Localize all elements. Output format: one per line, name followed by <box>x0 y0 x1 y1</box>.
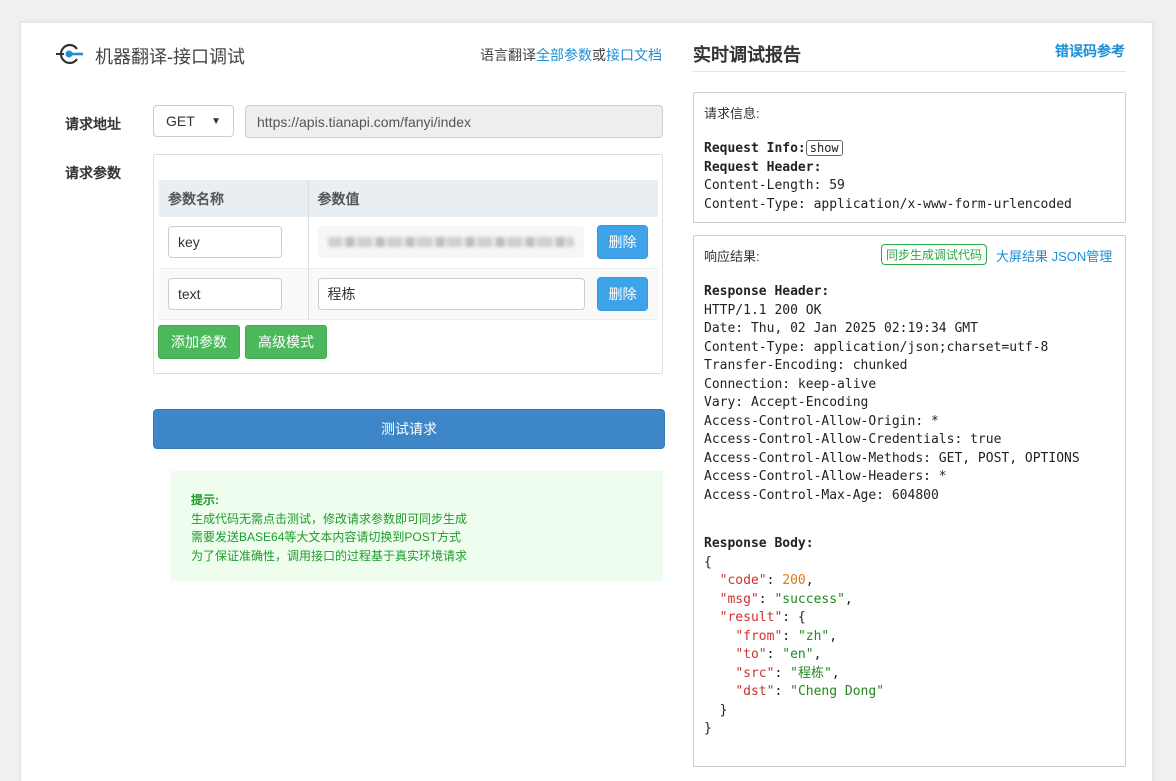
tips-title: 提示: <box>191 493 219 507</box>
response-header-line: Content-Type: application/json;charset=u… <box>704 339 1049 355</box>
table-row: key 删除 <box>159 217 658 269</box>
response-header-line: Access-Control-Allow-Origin: * <box>704 413 939 429</box>
response-header-line: HTTP/1.1 200 OK <box>704 302 822 318</box>
params-label: 请求参数 <box>65 165 121 181</box>
test-request-button[interactable]: 测试请求 <box>153 409 665 449</box>
tips-line: 生成代码无需点击测试，修改请求参数即可同步生成 <box>191 511 468 526</box>
json-from: zh <box>805 628 822 644</box>
col-param-value: 参数值 <box>307 180 658 217</box>
page-title: 机器翻译-接口调试 <box>95 47 245 67</box>
response-header-line: Transfer-Encoding: chunked <box>704 358 908 373</box>
response-header-line: Access-Control-Max-Age: 604800 <box>704 487 939 503</box>
param-name-input[interactable]: text <box>168 277 282 310</box>
tips-line: 需要发送BASE64等大文本内容请切换到POST方式 <box>191 530 462 544</box>
address-label: 请求地址 <box>65 116 121 132</box>
request-info-line: Request Info: show <box>704 140 1115 159</box>
chevron-down-icon: ▼ <box>211 115 221 127</box>
links-or: 或 <box>592 47 606 63</box>
url-input[interactable]: https://apis.tianapi.com/fanyi/index <box>245 105 663 138</box>
json-code: 200 <box>782 573 806 588</box>
big-screen-json-link[interactable]: 大屏结果 JSON管理 <box>996 246 1112 265</box>
api-doc-link[interactable]: 接口文档 <box>606 47 662 63</box>
col-param-name: 参数名称 <box>159 180 308 217</box>
param-value-input-redacted[interactable] <box>317 226 584 259</box>
add-param-button[interactable]: 添加参数 <box>158 325 240 359</box>
method-select[interactable]: GET ▼ <box>153 105 234 137</box>
key-circle-icon <box>56 43 83 65</box>
response-header-line: Connection: keep-alive <box>704 376 877 392</box>
response-header-line: Access-Control-Allow-Headers: * <box>704 469 947 484</box>
delete-param-button[interactable]: 删除 <box>597 276 648 311</box>
request-header-key: Request Header: <box>704 159 822 175</box>
redacted-value <box>327 237 574 248</box>
all-params-link[interactable]: 全部参数 <box>536 47 592 63</box>
request-header-line: Content-Length: 59 <box>704 178 845 193</box>
doc-links: 语言翻译全部参数或接口文档 <box>480 45 662 65</box>
request-header-line: Content-Type: application/x-www-form-url… <box>704 196 1072 212</box>
json-dst: Cheng Dong <box>797 684 877 699</box>
links-prefix: 语言翻译 <box>480 47 536 63</box>
table-row: text 程栋 删除 <box>159 268 658 320</box>
response-header-line: Access-Control-Allow-Methods: GET, POST,… <box>704 450 1080 466</box>
response-header-line: Vary: Accept-Encoding <box>704 395 869 410</box>
response-header-line: Access-Control-Allow-Credentials: true <box>704 432 1002 447</box>
error-code-link[interactable]: 错误码参考 <box>1055 41 1125 61</box>
response-box: 响应结果: 同步生成调试代码 大屏结果 JSON管理 Response Head… <box>693 235 1126 767</box>
sync-code-button[interactable]: 同步生成调试代码 <box>881 244 988 265</box>
params-table: 参数名称 参数值 key 删除 text 程栋 删除 <box>159 180 658 320</box>
response-body-key: Response Body: <box>704 536 814 551</box>
param-value-input[interactable]: 程栋 <box>317 277 585 310</box>
json-body: { "code": 200, "msg": "success", "result… <box>704 554 885 737</box>
delete-param-button[interactable]: 删除 <box>597 225 648 260</box>
show-button[interactable]: show <box>805 140 843 156</box>
json-to: en <box>790 647 806 662</box>
request-info-label: 请求信息: <box>704 106 760 121</box>
advanced-mode-button[interactable]: 高级模式 <box>245 325 327 359</box>
param-name-input[interactable]: key <box>168 226 282 259</box>
tips-line: 为了保证准确性，调用接口的过程基于真实环境请求 <box>191 548 468 563</box>
divider <box>693 71 1126 72</box>
json-src: 程栋 <box>797 665 824 681</box>
tips-box: 提示: 生成代码无需点击测试，修改请求参数即可同步生成 需要发送BASE64等大… <box>171 471 663 581</box>
response-header-line: Date: Thu, 02 Jan 2025 02:19:34 GMT <box>704 321 978 336</box>
report-title: 实时调试报告 <box>693 45 801 65</box>
request-info-key: Request Info: <box>704 141 806 156</box>
response-header-key: Response Header: <box>704 284 830 299</box>
json-msg: success <box>782 591 838 607</box>
request-info-box: 请求信息: Request Info: show Request Header: … <box>693 92 1126 223</box>
method-value: GET <box>166 113 195 129</box>
